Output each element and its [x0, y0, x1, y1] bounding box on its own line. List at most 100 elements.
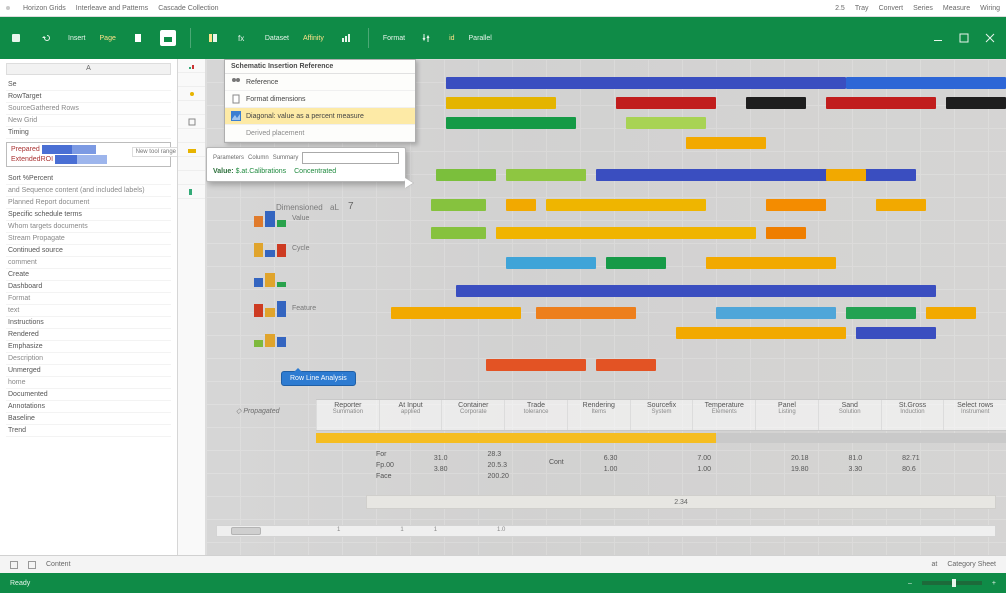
bar-segment[interactable] [506, 199, 536, 211]
ribbon-item[interactable]: Insert [68, 35, 86, 42]
bar-segment[interactable] [626, 117, 706, 129]
row-item[interactable]: home [6, 377, 171, 389]
gutter-cell[interactable] [178, 59, 205, 73]
row-item[interactable]: text [6, 305, 171, 317]
sheet-nav-icon[interactable] [10, 561, 18, 569]
column-header[interactable]: St.GrossInduction [881, 400, 944, 430]
row-item[interactable]: Planned Report document [6, 197, 171, 209]
row-item[interactable]: Rendered [6, 329, 171, 341]
gutter-cell[interactable] [178, 157, 205, 171]
gutter-cell[interactable] [178, 87, 205, 101]
bar-segment[interactable] [606, 257, 666, 269]
sort-icon[interactable] [419, 30, 435, 46]
data-cell[interactable]: For [376, 451, 394, 458]
row-item[interactable]: Dashboard [6, 281, 171, 293]
bar-segment[interactable] [596, 359, 656, 371]
data-cell[interactable]: 19.80 [791, 466, 809, 473]
bar-segment[interactable] [766, 227, 806, 239]
fx-icon[interactable]: fx [235, 30, 251, 46]
sheet-nav-icon[interactable] [28, 561, 36, 569]
gutter-cell[interactable] [178, 101, 205, 115]
row-item[interactable]: Whom targets documents [6, 221, 171, 233]
data-cell[interactable]: Fp.00 [376, 462, 394, 469]
row-item[interactable]: SourceGathered Rows [6, 103, 171, 115]
paste-icon[interactable] [130, 30, 146, 46]
data-cell[interactable]: 80.6 [902, 466, 920, 473]
ribbon-item[interactable]: Dataset [265, 35, 289, 42]
ribbon-item[interactable]: Page [100, 35, 116, 42]
save-icon[interactable] [8, 30, 24, 46]
bar-segment[interactable] [506, 257, 596, 269]
row-item[interactable]: Sort %Percent [6, 173, 171, 185]
gutter-cell[interactable] [178, 171, 205, 185]
bar-segment[interactable] [446, 117, 576, 129]
data-cell[interactable]: 81.0 [849, 455, 863, 462]
bar-segment[interactable] [431, 199, 486, 211]
bar-segment[interactable] [391, 307, 521, 319]
tab[interactable]: Horizon Grids [23, 5, 66, 12]
row-item[interactable]: Annotations [6, 401, 171, 413]
selected-cells[interactable]: Prepared ExtendedROI New tool range [6, 142, 171, 167]
row-item[interactable]: New Grid [6, 115, 171, 127]
pivot-icon[interactable] [205, 30, 221, 46]
tab[interactable]: Series [913, 5, 933, 12]
ribbon-item[interactable]: Affinity [303, 35, 324, 42]
row-item[interactable]: Format [6, 293, 171, 305]
bar-segment[interactable] [506, 169, 586, 181]
row-item[interactable]: Continued source [6, 245, 171, 257]
close-icon[interactable] [982, 30, 998, 46]
column-header[interactable]: ContainerCorporate [441, 400, 504, 430]
gutter-cell[interactable] [178, 185, 205, 199]
row-item[interactable]: Documented [6, 389, 171, 401]
bar-segment[interactable] [716, 307, 836, 319]
tab[interactable]: 2.5 [835, 5, 845, 12]
active-tool-icon[interactable] [160, 30, 176, 46]
sheet-tab[interactable]: at [932, 561, 938, 568]
row-item[interactable]: Create [6, 269, 171, 281]
column-header[interactable]: TemperatureElements [692, 400, 755, 430]
column-header[interactable]: Select rowsInstrument [943, 400, 1006, 430]
column-header[interactable]: SandSolution [818, 400, 881, 430]
row-item[interactable]: Emphasize [6, 341, 171, 353]
bar-segment[interactable] [596, 169, 916, 181]
gutter-cell[interactable] [178, 115, 205, 129]
row-item[interactable]: Instructions [6, 317, 171, 329]
tab[interactable]: Wiring [980, 5, 1000, 12]
gutter-cell[interactable] [178, 73, 205, 87]
bar-segment[interactable] [676, 327, 846, 339]
bar-segment[interactable] [456, 285, 936, 297]
ribbon-item[interactable]: id [449, 35, 454, 42]
bar-segment[interactable] [546, 199, 706, 211]
bar-segment[interactable] [846, 77, 1006, 89]
data-cell[interactable]: 7.00 [697, 455, 711, 462]
sheet-tab[interactable]: Content [46, 561, 71, 568]
ribbon-item[interactable]: Format [383, 35, 405, 42]
row-item[interactable]: Stream Propagate [6, 233, 171, 245]
bar-segment[interactable] [446, 77, 846, 89]
zoom-slider[interactable] [922, 581, 982, 585]
column-header-a[interactable] [6, 63, 171, 75]
row-item[interactable]: Se [6, 79, 171, 91]
bar-segment[interactable] [926, 307, 976, 319]
gutter-cell[interactable] [178, 129, 205, 143]
sheet-tab[interactable]: Category Sheet [947, 561, 996, 568]
column-header[interactable]: SourcefixSystem [630, 400, 693, 430]
bar-segment[interactable] [616, 97, 716, 109]
data-cell[interactable]: 20.18 [791, 455, 809, 462]
column-header[interactable]: ReporterSummation [316, 400, 379, 430]
bar-segment[interactable] [826, 97, 936, 109]
data-cell[interactable]: 3.80 [434, 466, 448, 473]
row-item[interactable]: comment [6, 257, 171, 269]
data-cell[interactable]: 1.00 [697, 466, 711, 473]
tab[interactable]: Interleave and Patterns [76, 5, 148, 12]
data-cell[interactable]: 6.30 [604, 455, 618, 462]
data-cell[interactable]: 20.5.3 [488, 462, 509, 469]
chart-canvas[interactable]: Schematic Insertion Reference Reference … [206, 59, 1006, 555]
tab[interactable]: Tray [855, 5, 869, 12]
bar-segment[interactable] [706, 257, 836, 269]
tab[interactable] [6, 6, 13, 10]
row-item[interactable]: Trend [6, 425, 171, 437]
column-header[interactable]: Tradetolerance [504, 400, 567, 430]
column-header[interactable]: At Inputapplied [379, 400, 442, 430]
bar-segment[interactable] [846, 307, 916, 319]
